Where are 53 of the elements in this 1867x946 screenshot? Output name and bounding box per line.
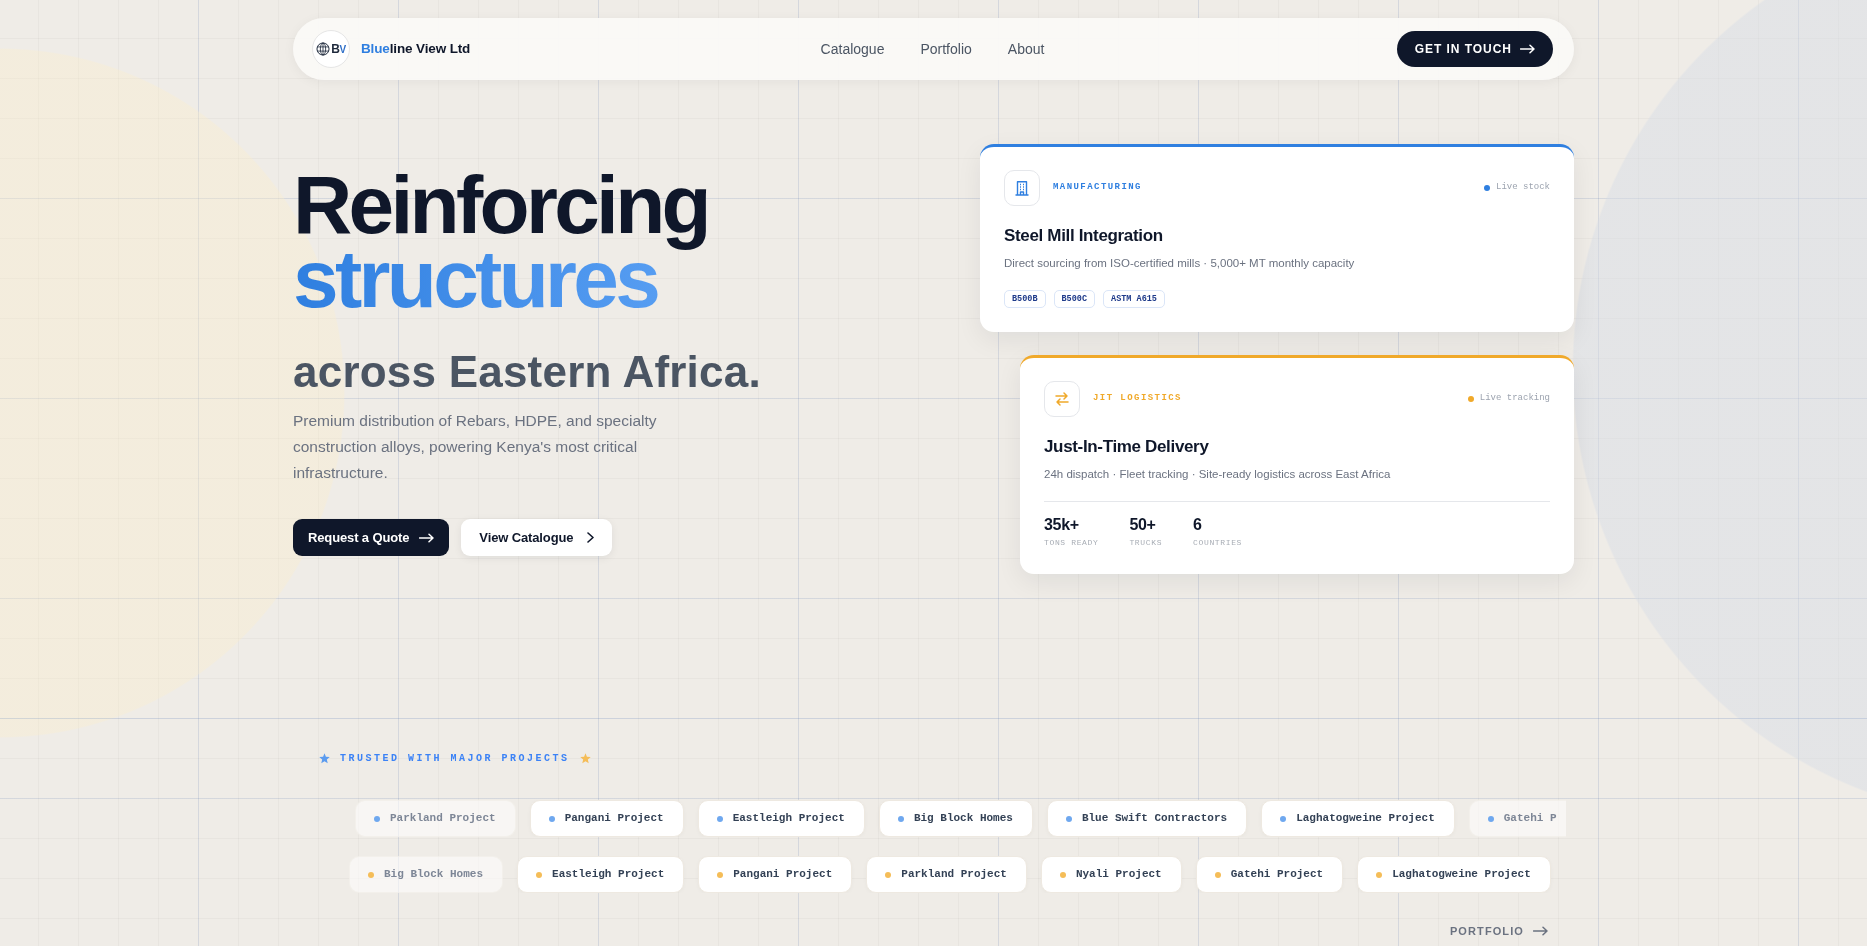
stat-value: 35k+: [1044, 515, 1080, 535]
get-in-touch-button[interactable]: GET IN TOUCH: [1396, 31, 1553, 67]
project-name: Pangani Project: [733, 867, 833, 883]
stat-label: COUNTRIES: [1193, 538, 1243, 548]
spec-tag: B500C: [1053, 290, 1096, 308]
stat-label: TONS READY: [1044, 538, 1099, 548]
stat-value: 50+: [1129, 515, 1157, 535]
project-name: Parkland Project: [390, 811, 496, 827]
star-icon: [319, 752, 330, 764]
card-description: Direct sourcing from ISO-certified mills · 5,000+ MT monthly capacity: [1004, 256, 1356, 271]
project-name: Parkland Project: [901, 867, 1007, 883]
globe-icon: [316, 42, 331, 56]
project-name: Laghatogweine Project: [1296, 811, 1435, 827]
card-description: 24h dispatch · Fleet tracking · Site-ready logistics across East Africa: [1044, 467, 1392, 482]
building-icon: [1004, 170, 1040, 206]
status-label: Live stock: [1496, 181, 1550, 195]
nav-link[interactable]: About: [989, 38, 1063, 60]
project-name: Eastleigh Project: [552, 867, 665, 883]
request-quote-button[interactable]: Request a Quote: [293, 519, 450, 556]
project-name: Nyali Project: [1075, 867, 1162, 883]
portfolio-link[interactable]: PORTFOLIO: [1449, 923, 1548, 940]
project-name: Gatehi Project: [1230, 867, 1324, 883]
nav-link[interactable]: Portfolio: [902, 38, 990, 60]
card-category: JIT LOGISTICS: [1093, 392, 1182, 406]
project-name: Eastleigh Project: [732, 811, 845, 827]
arrow-right-icon: [419, 532, 435, 543]
brand-name[interactable]: Blueline View Ltd: [361, 38, 471, 60]
stat-value: 6: [1193, 515, 1203, 535]
card-title: Steel Mill Integration: [1004, 225, 1164, 247]
project-name: Blue Swift Contractors: [1081, 811, 1228, 827]
hero-description: Premium distribution of Rebars, HDPE, and specialty construction alloys, powering Kenya's most critical infrastructure.: [293, 411, 658, 483]
hero-subtitle: across Eastern Africa.: [293, 348, 762, 396]
arrow-right-icon: [1520, 44, 1535, 54]
nav-link[interactable]: Catalogue: [802, 38, 903, 60]
status-label: Live tracking: [1479, 392, 1550, 406]
logo-badge[interactable]: BV: [312, 30, 350, 68]
swap-arrows-icon: [1044, 381, 1080, 417]
project-name: Gatehi P: [1503, 811, 1557, 827]
chevron-right-icon: [587, 532, 595, 543]
card-category: MANUFACTURING: [1053, 181, 1142, 195]
arrow-right-icon: [1533, 926, 1548, 937]
project-name: Laghatogweine Project: [1392, 867, 1531, 883]
card-title: Just-In-Time Delivery: [1044, 436, 1210, 458]
project-name: Big Block Homes: [384, 867, 484, 883]
project-name: Big Block Homes: [913, 811, 1013, 827]
spec-tag: ASTM A615: [1103, 290, 1165, 308]
logo-letters: BV: [331, 43, 346, 55]
spec-tag: B500B: [1004, 290, 1046, 308]
section-heading: TRUSTED WITH MAJOR PROJECTS: [340, 751, 570, 766]
stat-label: TRUCKS: [1129, 538, 1163, 548]
star-icon: [579, 752, 591, 764]
project-name: Pangani Project: [564, 811, 664, 827]
view-catalogue-button[interactable]: View Catalogue: [461, 519, 613, 556]
